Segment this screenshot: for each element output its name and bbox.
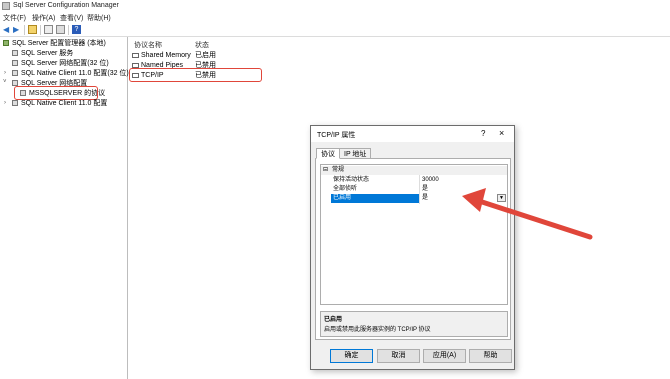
property-row-enabled[interactable]: 已启用 是 ▼: [321, 194, 507, 203]
menu-help[interactable]: 帮助(H): [87, 13, 111, 23]
collapse-icon[interactable]: ⊟: [323, 166, 328, 175]
tree-pane: SQL Server 配置管理器 (本地) SQL Server 服务 SQL …: [0, 37, 129, 379]
window-titlebar: Sql Server Configuration Manager: [0, 0, 670, 12]
menu-action[interactable]: 操作(A): [32, 13, 55, 23]
services-icon: [12, 50, 18, 57]
toolbar-separator: [40, 25, 41, 35]
client-icon: [12, 100, 18, 107]
property-name: 已启用: [333, 195, 352, 201]
tree-item-network-32[interactable]: SQL Server 网络配置(32 位): [12, 59, 109, 68]
chevron-right-icon[interactable]: ›: [4, 100, 6, 106]
toolbar: ◀ ▶ ?: [0, 24, 670, 37]
tree-item-services[interactable]: SQL Server 服务: [12, 49, 73, 58]
properties-icon[interactable]: [44, 25, 53, 34]
property-value[interactable]: 30000: [422, 176, 439, 185]
server-icon: [3, 40, 9, 47]
property-grid: ⊟ 常规 保持活动状态 30000 全部侦听 是 已启用 是 ▼: [320, 164, 508, 305]
toolbar-separator: [68, 25, 69, 35]
chevron-right-icon[interactable]: ›: [4, 70, 6, 76]
property-value[interactable]: 是: [422, 194, 428, 203]
window-title: Sql Server Configuration Manager: [13, 2, 119, 9]
property-name: 全部侦听: [333, 186, 358, 192]
list-row-shared-memory[interactable]: Shared Memory: [132, 51, 191, 60]
dropdown-arrow-icon[interactable]: ▼: [497, 194, 506, 202]
property-row[interactable]: 保持活动状态 30000: [321, 176, 507, 185]
column-header-status[interactable]: 状态: [195, 40, 209, 50]
tree-item-root[interactable]: SQL Server 配置管理器 (本地): [3, 39, 106, 48]
tree-item-native-client[interactable]: SQL Native Client 11.0 配置: [12, 99, 107, 108]
group-header[interactable]: ⊟ 常规: [321, 166, 507, 175]
column-header-protocol[interactable]: 协议名称: [134, 40, 162, 50]
tree-item-native-client-32[interactable]: SQL Native Client 11.0 配置(32 位): [12, 69, 129, 78]
property-row[interactable]: 全部侦听 是: [321, 185, 507, 194]
column-divider: [419, 175, 420, 204]
description-text: 启用或禁用此服务器实例的 TCP/IP 协议: [324, 327, 431, 333]
close-icon[interactable]: ×: [499, 128, 504, 138]
group-label: 常规: [332, 167, 345, 173]
help-icon[interactable]: ?: [481, 129, 485, 138]
list-view-icon[interactable]: [56, 25, 65, 34]
tab-panel: ⊟ 常规 保持活动状态 30000 全部侦听 是 已启用 是 ▼ 已启用 启用或…: [315, 158, 511, 340]
folder-icon[interactable]: [28, 25, 37, 34]
dialog-titlebar: TCP/IP 属性 ? ×: [311, 126, 514, 142]
apply-button[interactable]: 应用(A): [423, 349, 466, 363]
plug-icon: [132, 62, 139, 68]
tcpip-properties-dialog: TCP/IP 属性 ? × 协议 IP 地址 ⊟ 常规 保持活动状态 30000…: [310, 125, 515, 370]
property-name: 保持活动状态: [333, 177, 370, 183]
description-box: 已启用 启用或禁用此服务器实例的 TCP/IP 协议: [320, 311, 508, 337]
menu-view[interactable]: 查看(V): [60, 13, 83, 23]
description-title: 已启用: [324, 317, 343, 323]
tab-protocol[interactable]: 协议: [316, 148, 340, 159]
app-icon: [2, 2, 10, 10]
network-icon: [12, 60, 18, 67]
chevron-down-icon[interactable]: ˅: [3, 79, 7, 85]
ok-button[interactable]: 确定: [330, 349, 373, 363]
forward-icon[interactable]: ▶: [13, 25, 22, 34]
highlight-box: [129, 68, 262, 82]
highlight-box: [14, 86, 98, 100]
menu-bar: 文件(F) 操作(A) 查看(V) 帮助(H): [0, 12, 670, 23]
client-icon: [12, 70, 18, 77]
help-button[interactable]: 帮助: [469, 349, 512, 363]
toolbar-separator: [24, 25, 25, 35]
plug-icon: [132, 52, 139, 58]
back-icon[interactable]: ◀: [3, 25, 12, 34]
menu-file[interactable]: 文件(F): [3, 13, 26, 23]
help-icon[interactable]: ?: [72, 25, 81, 34]
cancel-button[interactable]: 取消: [377, 349, 420, 363]
property-value[interactable]: 是: [422, 185, 428, 194]
dialog-title: TCP/IP 属性: [317, 132, 356, 139]
status-cell: 已启用: [195, 52, 216, 59]
